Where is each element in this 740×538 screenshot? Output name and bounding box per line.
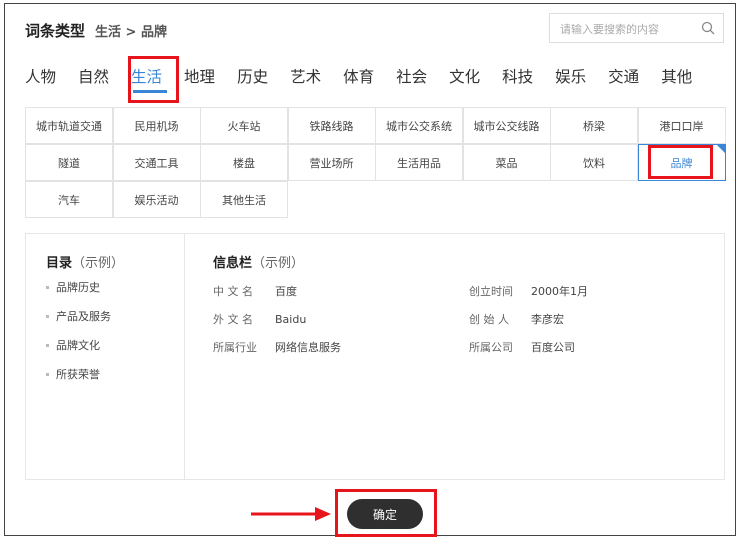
tab-10[interactable]: 娱乐 xyxy=(555,66,586,88)
info-value: 百度 xyxy=(275,285,297,298)
subcategory-label: 民用机场 xyxy=(134,119,179,133)
subcategory-item[interactable]: 营业场所 xyxy=(287,144,376,181)
subcategory-label: 隧道 xyxy=(58,156,80,170)
annotation-box-selected-subcategory xyxy=(648,145,713,179)
info-value: 网络信息服务 xyxy=(275,341,341,354)
info-key: 中 文 名 xyxy=(213,285,253,298)
info-key: 创 始 人 xyxy=(469,313,509,326)
info-row: 所属公司 百度公司 xyxy=(469,339,575,355)
subcategory-item[interactable]: 铁路线路 xyxy=(287,107,376,144)
subcategory-item[interactable]: 楼盘 xyxy=(200,144,288,181)
info-key: 外 文 名 xyxy=(213,313,253,326)
category-tabs: 人物 自然 生活 地理 历史 艺术 体育 社会 文化 科技 娱乐 交通 其他 xyxy=(25,66,692,88)
info-value: 百度公司 xyxy=(531,341,575,354)
subcategory-label: 汽车 xyxy=(58,193,80,207)
subcategory-item[interactable]: 隧道 xyxy=(25,144,113,181)
subcategory-label: 城市公交线路 xyxy=(473,119,540,133)
subcategory-label: 菜品 xyxy=(495,156,518,170)
annotation-box-confirm xyxy=(335,489,437,537)
preview-panel: 目录（示例） 品牌历史 产品及服务 品牌文化 所获荣誉 信息栏（示例） 中 文 名百度… xyxy=(25,233,725,480)
info-row: 中 文 名 百度 xyxy=(213,283,297,299)
infobox-title-hint: （示例） xyxy=(252,256,305,271)
toc-title-hint: （示例） xyxy=(72,256,125,271)
info-row: 创立时间 2000年1月 xyxy=(469,283,588,299)
toc-title-text: 目录 xyxy=(46,256,73,271)
subcategory-label: 楼盘 xyxy=(233,156,255,170)
subcategory-label: 饮料 xyxy=(583,156,605,170)
subcategory-label: 营业场所 xyxy=(309,156,354,170)
tab-3[interactable]: 地理 xyxy=(184,66,215,88)
subcategory-item[interactable]: 生活用品 xyxy=(375,144,463,181)
subcategory-item[interactable]: 交通工具 xyxy=(112,144,201,181)
subcategory-item[interactable]: 城市轨道交通 xyxy=(25,107,113,144)
subcategory-item[interactable]: 菜品 xyxy=(462,144,551,181)
subcategory-label: 城市轨道交通 xyxy=(36,119,102,133)
subcategory-item[interactable]: 其他生活 xyxy=(200,181,288,218)
infobox-title-text: 信息栏 xyxy=(213,256,253,271)
subcategory-label: 桥梁 xyxy=(583,119,605,133)
subcategory-item[interactable]: 饮料 xyxy=(550,144,638,181)
info-row: 创 始 人 李彦宏 xyxy=(469,311,564,327)
annotation-arrow-icon xyxy=(251,507,331,521)
info-value: 2000年1月 xyxy=(531,285,588,298)
subcategory-item[interactable]: 城市公交系统 xyxy=(375,107,463,144)
search-icon[interactable] xyxy=(701,21,715,35)
infobox-section: 信息栏（示例） 中 文 名 百度外 文 名 Baidu 所属行业 网络信息服务 创立时间 2… xyxy=(213,234,713,479)
info-row: 外 文 名 Baidu xyxy=(213,311,306,327)
toc-title: 目录（示例） xyxy=(46,252,124,271)
breadcrumb: 生活 > 品牌 xyxy=(95,25,167,40)
subcategory-item[interactable]: 桥梁 xyxy=(550,107,638,144)
subcategory-item[interactable]: 城市公交线路 xyxy=(462,107,551,144)
subcategory-item[interactable]: 民用机场 xyxy=(112,107,201,144)
tab-6[interactable]: 体育 xyxy=(343,66,374,88)
subcategory-label: 城市公交系统 xyxy=(386,119,452,133)
search-input[interactable] xyxy=(560,20,700,38)
subcategory-label: 港口口岸 xyxy=(659,119,704,133)
subcategory-label: 铁路线路 xyxy=(309,119,354,133)
subcategory-label: 娱乐活动 xyxy=(134,193,179,207)
info-row: 所属行业 网络信息服务 xyxy=(213,339,341,355)
subcategory-label: 其他生活 xyxy=(222,193,266,207)
info-key: 创立时间 xyxy=(469,285,513,298)
tab-5[interactable]: 艺术 xyxy=(290,66,321,88)
subcategory-item[interactable]: 火车站 xyxy=(200,107,288,144)
subcategory-item[interactable]: 汽车 xyxy=(25,181,113,218)
subcategory-label: 火车站 xyxy=(227,119,261,133)
subcategory-label: 生活用品 xyxy=(397,156,441,170)
toc-section: 目录（示例） 品牌历史 产品及服务 品牌文化 所获荣誉 xyxy=(26,234,185,479)
tab-1[interactable]: 自然 xyxy=(78,66,109,88)
subcategory-item[interactable]: 娱乐活动 xyxy=(112,181,201,218)
dialog-frame: 词条类型 生活 > 品牌 人物自然生活地理历史艺术体育社会文化科技娱乐交通其他 … xyxy=(4,3,736,537)
tab-12[interactable]: 其他 xyxy=(661,66,692,88)
search-box[interactable] xyxy=(549,13,724,43)
toc-item: 品牌历史 xyxy=(46,281,111,310)
info-key: 所属行业 xyxy=(213,341,257,354)
info-key: 所属公司 xyxy=(469,341,513,354)
toc-item: 品牌文化 xyxy=(46,339,111,368)
tab-8[interactable]: 文化 xyxy=(449,66,480,88)
annotation-box-active-tab xyxy=(128,56,179,103)
tab-7[interactable]: 社会 xyxy=(396,66,427,88)
info-value: 李彦宏 xyxy=(531,313,564,326)
toc-item: 所获荣誉 xyxy=(46,368,111,397)
info-value: Baidu xyxy=(275,313,307,326)
tab-11[interactable]: 交通 xyxy=(608,66,639,88)
subcategory-item[interactable]: 港口口岸 xyxy=(637,107,726,144)
subcategory-label: 交通工具 xyxy=(134,156,179,170)
tab-9[interactable]: 科技 xyxy=(502,66,533,88)
tab-4[interactable]: 历史 xyxy=(237,66,268,88)
tab-0[interactable]: 人物 xyxy=(25,66,56,88)
toc-list: 品牌历史 产品及服务 品牌文化 所获荣誉 xyxy=(46,281,111,397)
infobox-title: 信息栏（示例） xyxy=(213,252,304,271)
toc-item: 产品及服务 xyxy=(46,310,111,339)
selected-corner-icon xyxy=(715,144,726,154)
dialog-title: 词条类型 xyxy=(25,22,86,40)
